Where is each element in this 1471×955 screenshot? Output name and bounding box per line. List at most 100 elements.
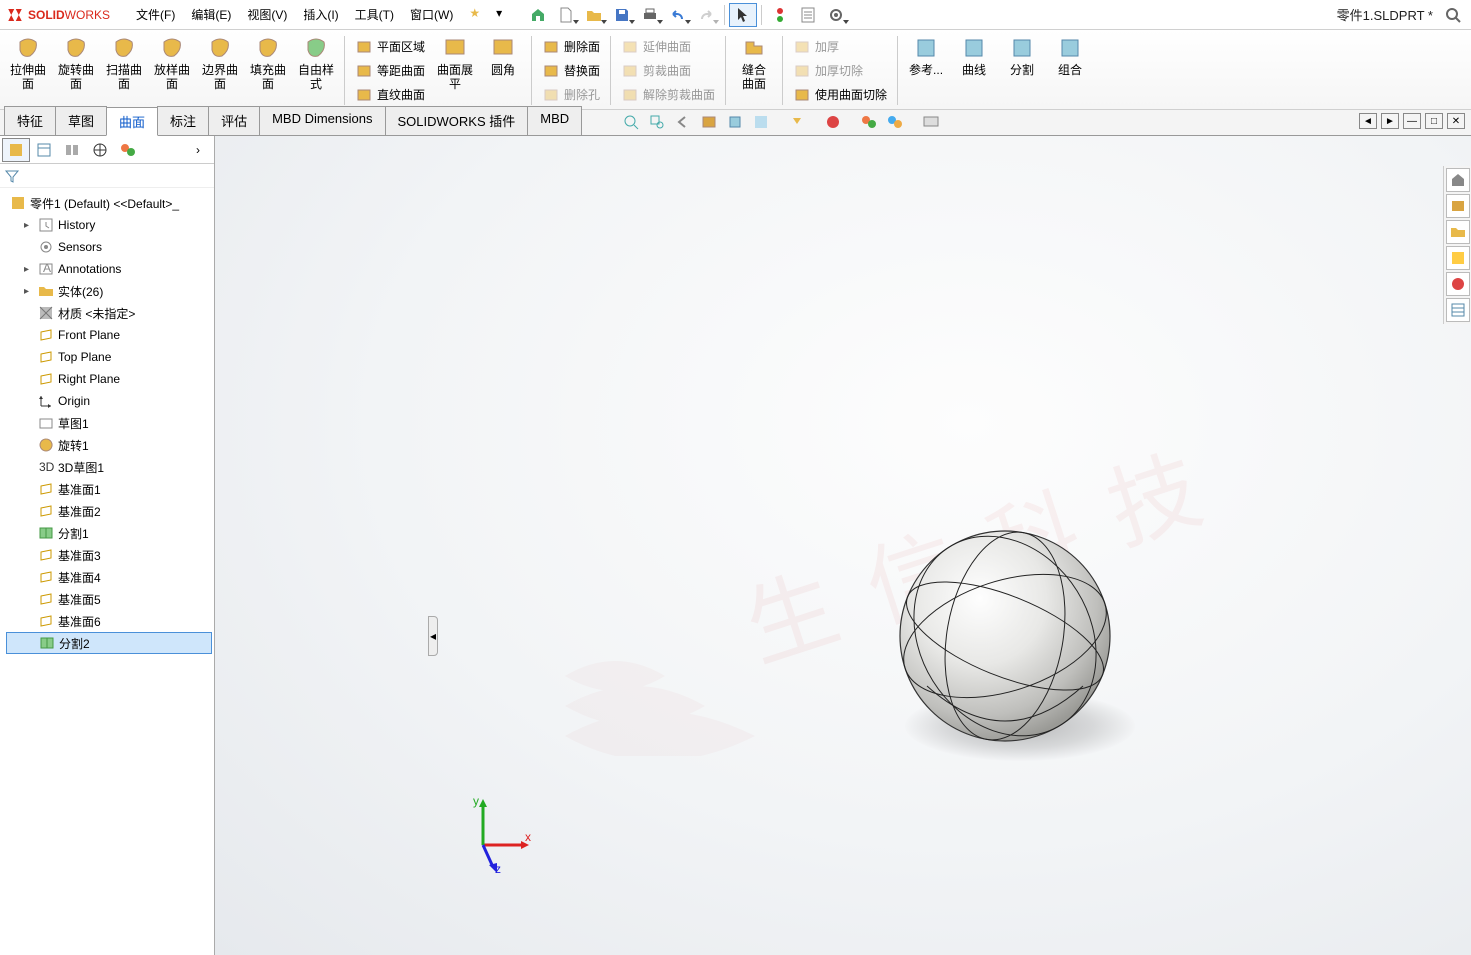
- ribbon-row-button[interactable]: 平面区域: [353, 36, 427, 58]
- ribbon-row-button[interactable]: 删除面: [540, 36, 602, 58]
- close-window-button[interactable]: ✕: [1447, 113, 1465, 129]
- menu-item[interactable]: 工具(T): [347, 2, 402, 27]
- panel-splitter-handle[interactable]: ◂: [428, 616, 438, 656]
- command-tab[interactable]: 标注: [157, 106, 209, 135]
- tree-node[interactable]: 分割1: [6, 522, 212, 544]
- zoom-area-button[interactable]: [646, 111, 668, 133]
- section-view-button[interactable]: [698, 111, 720, 133]
- menu-item[interactable]: 文件(F): [128, 2, 183, 27]
- configuration-manager-tab[interactable]: [58, 138, 86, 162]
- tree-node[interactable]: ▸实体(26): [6, 280, 212, 302]
- edit-appearance-button[interactable]: [822, 111, 844, 133]
- ribbon-large-button[interactable]: 曲线: [950, 32, 998, 109]
- render-button[interactable]: [920, 111, 942, 133]
- command-tab[interactable]: MBD: [527, 106, 582, 135]
- search-button[interactable]: [1445, 7, 1465, 23]
- ribbon-large-button[interactable]: 缝合 曲面: [730, 32, 778, 109]
- undo-button[interactable]: [664, 3, 692, 27]
- ribbon-large-button[interactable]: 拉伸曲 面: [4, 32, 52, 109]
- document-properties-button[interactable]: [794, 3, 822, 27]
- tree-node[interactable]: 基准面4: [6, 566, 212, 588]
- ribbon-large-button[interactable]: 放样曲 面: [148, 32, 196, 109]
- taskpane-file-explorer-button[interactable]: [1446, 220, 1470, 244]
- ribbon-large-button[interactable]: 填充曲 面: [244, 32, 292, 109]
- tree-node[interactable]: 基准面3: [6, 544, 212, 566]
- tree-node[interactable]: 基准面1: [6, 478, 212, 500]
- open-button[interactable]: [580, 3, 608, 27]
- command-tab[interactable]: 曲面: [106, 107, 158, 136]
- tree-node[interactable]: Origin: [6, 390, 212, 412]
- view-orientation-button[interactable]: [724, 111, 746, 133]
- print-button[interactable]: [636, 3, 664, 27]
- ribbon-large-button[interactable]: 圆角: [479, 32, 527, 109]
- tree-node[interactable]: ▸History: [6, 214, 212, 236]
- taskpane-custom-properties-button[interactable]: [1446, 298, 1470, 322]
- ribbon-large-button[interactable]: 边界曲 面: [196, 32, 244, 109]
- feature-tree[interactable]: 零件1 (Default) <<Default>_ ▸HistorySensor…: [0, 188, 214, 941]
- ribbon-large-button[interactable]: 旋转曲 面: [52, 32, 100, 109]
- taskpane-appearances-button[interactable]: [1446, 272, 1470, 296]
- command-tab[interactable]: MBD Dimensions: [259, 106, 385, 135]
- previous-view-button[interactable]: [672, 111, 694, 133]
- next-window-button[interactable]: ►: [1381, 113, 1399, 129]
- property-manager-tab[interactable]: [30, 138, 58, 162]
- command-tab[interactable]: 评估: [208, 106, 260, 135]
- tree-node[interactable]: Front Plane: [6, 324, 212, 346]
- command-tab[interactable]: SOLIDWORKS 插件: [385, 106, 529, 135]
- apply-scene-button[interactable]: [858, 111, 880, 133]
- ribbon-large-button[interactable]: 分割: [998, 32, 1046, 109]
- ribbon-large-button[interactable]: 曲面展 平: [431, 32, 479, 109]
- dimxpert-manager-tab[interactable]: [86, 138, 114, 162]
- view-settings-button[interactable]: [884, 111, 906, 133]
- tree-node[interactable]: 分割2: [6, 632, 212, 654]
- feature-tree-tab[interactable]: [2, 138, 30, 162]
- taskpane-library-button[interactable]: [1446, 194, 1470, 218]
- tree-node[interactable]: Right Plane: [6, 368, 212, 390]
- ribbon-large-button[interactable]: 自由样 式: [292, 32, 340, 109]
- ribbon-row-button[interactable]: 等距曲面: [353, 60, 427, 82]
- tree-horizontal-scrollbar[interactable]: [0, 941, 214, 955]
- ribbon-row-button[interactable]: 直纹曲面: [353, 84, 427, 106]
- redo-button[interactable]: [692, 3, 720, 27]
- rebuild-button[interactable]: [766, 3, 794, 27]
- ribbon-large-button[interactable]: 参考...: [902, 32, 950, 109]
- home-button[interactable]: [524, 3, 552, 27]
- options-button[interactable]: [822, 3, 850, 27]
- graphics-viewport[interactable]: ◂ 生 信 科 技: [215, 136, 1471, 955]
- tree-root-node[interactable]: 零件1 (Default) <<Default>_: [6, 192, 212, 214]
- menu-item[interactable]: 插入(I): [295, 2, 346, 27]
- menu-item[interactable]: 视图(V): [239, 2, 295, 27]
- ribbon-large-button[interactable]: 组合: [1046, 32, 1094, 109]
- tree-node[interactable]: Sensors: [6, 236, 212, 258]
- minimize-window-button[interactable]: —: [1403, 113, 1421, 129]
- display-style-button[interactable]: [750, 111, 772, 133]
- zoom-fit-button[interactable]: [620, 111, 642, 133]
- tree-node[interactable]: ▸AAnnotations: [6, 258, 212, 280]
- menu-item[interactable]: 编辑(E): [183, 2, 239, 27]
- maximize-window-button[interactable]: □: [1425, 113, 1443, 129]
- filter-icon[interactable]: [4, 168, 20, 184]
- prev-window-button[interactable]: ◄: [1359, 113, 1377, 129]
- tree-node[interactable]: 旋转1: [6, 434, 212, 456]
- menu-favorite-icon[interactable]: ★: [461, 2, 488, 27]
- tree-node[interactable]: 草图1: [6, 412, 212, 434]
- save-button[interactable]: [608, 3, 636, 27]
- model-sphere[interactable]: [895, 526, 1115, 746]
- orientation-triad[interactable]: x y z: [463, 795, 533, 875]
- hide-show-button[interactable]: [786, 111, 808, 133]
- taskpane-home-button[interactable]: [1446, 168, 1470, 192]
- tree-node[interactable]: 基准面5: [6, 588, 212, 610]
- menu-item[interactable]: 窗口(W): [402, 2, 461, 27]
- tree-node[interactable]: 基准面6: [6, 610, 212, 632]
- select-button[interactable]: [729, 3, 757, 27]
- menu-more-button[interactable]: ▾: [488, 2, 510, 27]
- taskpane-view-palette-button[interactable]: [1446, 246, 1470, 270]
- ribbon-row-button[interactable]: 替换面: [540, 60, 602, 82]
- ribbon-row-button[interactable]: 使用曲面切除: [791, 84, 889, 106]
- tree-node[interactable]: 基准面2: [6, 500, 212, 522]
- command-tab[interactable]: 特征: [4, 106, 56, 135]
- tree-node[interactable]: Top Plane: [6, 346, 212, 368]
- tree-node[interactable]: 3D3D草图1: [6, 456, 212, 478]
- display-manager-tab[interactable]: [114, 138, 142, 162]
- tree-node[interactable]: 材质 <未指定>: [6, 302, 212, 324]
